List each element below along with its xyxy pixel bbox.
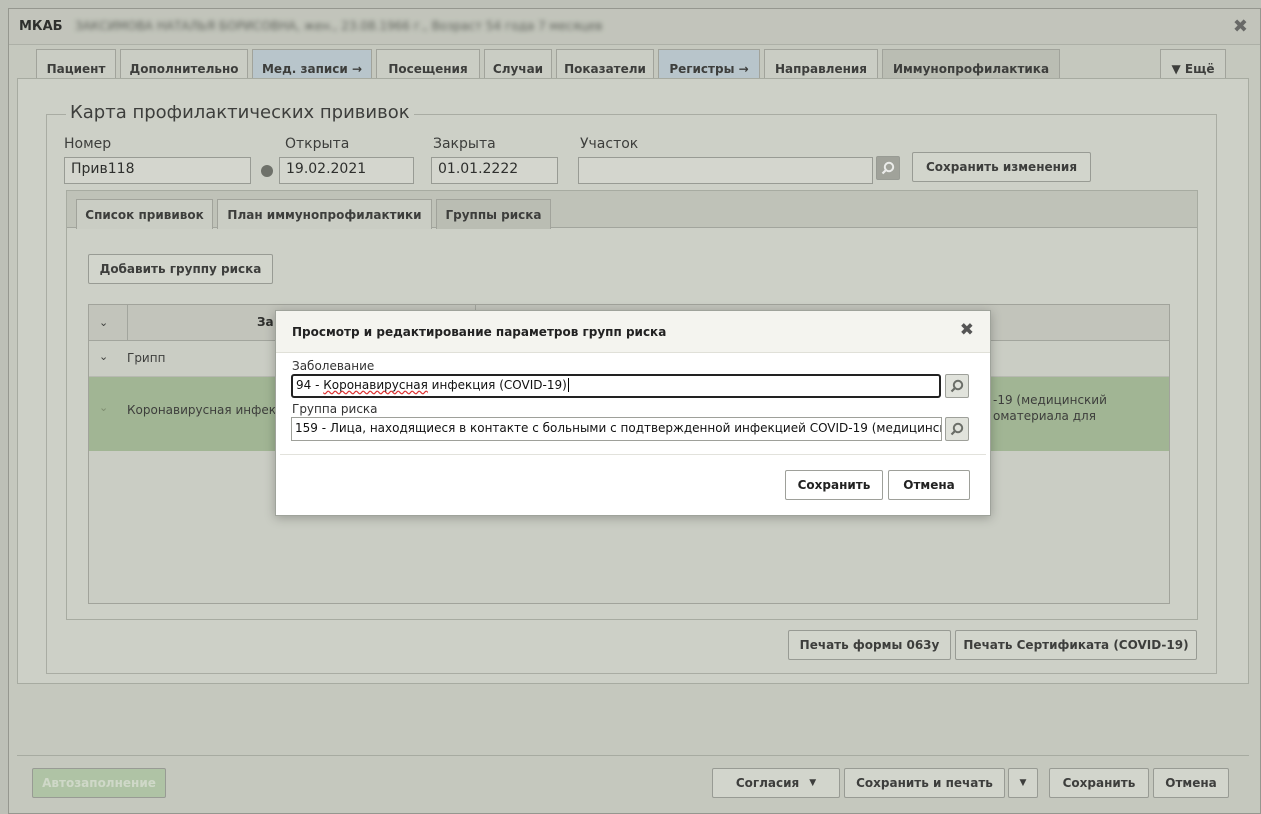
grid-row-label: Коронавирусная инфек — [127, 403, 276, 417]
district-field[interactable] — [578, 157, 873, 184]
dialog-save-button[interactable]: Сохранить — [785, 470, 883, 500]
disease-search-icon[interactable] — [945, 374, 969, 398]
consents-button[interactable]: Согласия ▼ — [712, 768, 840, 798]
save-and-print-button[interactable]: Сохранить и печать — [844, 768, 1005, 798]
card-title: Карта профилактических прививок — [66, 102, 414, 123]
autofill-button[interactable]: Автозаполнение — [32, 768, 166, 798]
chevron-down-icon[interactable]: ⌄ — [99, 401, 108, 414]
patient-info-blurred: ЗАКСИМОВА НАТАЛЬЯ БОРИСОВНА, жен., 23.08… — [75, 19, 603, 33]
district-search-icon[interactable] — [876, 156, 900, 180]
tab-immunization-plan[interactable]: План иммунопрофилактики — [217, 199, 432, 229]
grid-header-disease: За — [257, 315, 274, 329]
save-button[interactable]: Сохранить — [1049, 768, 1149, 798]
chevron-down-icon[interactable]: ⌄ — [99, 316, 108, 329]
grid-row-risk-text-1: -19 (медицинский — [993, 393, 1107, 407]
disease-label: Заболевание — [292, 359, 375, 373]
cancel-button[interactable]: Отмена — [1153, 768, 1229, 798]
number-field[interactable]: Прив118 — [64, 157, 251, 184]
disease-prefix: 94 - — [296, 378, 324, 392]
tab-risk-groups[interactable]: Группы риска — [436, 199, 551, 229]
risk-group-search-icon[interactable] — [945, 417, 969, 441]
dialog-cancel-button[interactable]: Отмена — [888, 470, 970, 500]
window-title-bar: МКАБ ЗАКСИМОВА НАТАЛЬЯ БОРИСОВНА, жен., … — [9, 9, 1260, 45]
close-icon[interactable]: ✖ — [960, 320, 974, 340]
opened-label: Открыта — [285, 136, 350, 152]
grid-row-risk-text-2: оматериала для — [993, 409, 1096, 423]
opened-date-field[interactable]: 19.02.2021 — [279, 157, 414, 184]
closed-label: Закрыта — [433, 136, 496, 152]
chevron-down-icon[interactable]: ⌄ — [99, 350, 108, 363]
dialog-divider — [280, 454, 986, 455]
print-form-063-button[interactable]: Печать формы 063у — [788, 630, 951, 660]
closed-date-field[interactable]: 01.01.2222 — [431, 157, 558, 184]
caret-down-icon[interactable]: ▼ — [1008, 768, 1038, 798]
disease-field[interactable]: 94 - Коронавирусная инфекция (COVID-19) — [291, 374, 941, 398]
save-changes-button[interactable]: Сохранить изменения — [912, 152, 1091, 182]
print-certificate-button[interactable]: Печать Сертификата (COVID-19) — [955, 630, 1197, 660]
disease-suffix: инфекция (COVID-19) — [427, 378, 567, 392]
window-title: МКАБ — [19, 19, 63, 34]
dialog-title: Просмотр и редактирование параметров гру… — [292, 325, 667, 339]
dialog-title-bar: Просмотр и редактирование параметров гру… — [276, 311, 990, 353]
bottom-divider — [17, 755, 1249, 756]
risk-group-dialog: Просмотр и редактирование параметров гру… — [275, 310, 991, 516]
grid-row-label: Грипп — [127, 351, 166, 365]
close-icon[interactable]: ✖ — [1233, 16, 1248, 37]
number-label: Номер — [64, 136, 112, 152]
district-label: Участок — [580, 136, 639, 152]
risk-group-field[interactable]: 159 - Лица, находящиеся в контакте с бол… — [291, 417, 942, 441]
info-icon[interactable] — [261, 165, 273, 177]
tab-vaccination-list[interactable]: Список прививок — [76, 199, 213, 229]
caret-down-icon: ▼ — [809, 778, 817, 788]
consents-label: Согласия — [735, 776, 800, 790]
risk-group-label: Группа риска — [292, 402, 378, 416]
add-risk-group-button[interactable]: Добавить группу риска — [88, 254, 273, 284]
disease-word: Коронавирусная — [323, 378, 428, 392]
